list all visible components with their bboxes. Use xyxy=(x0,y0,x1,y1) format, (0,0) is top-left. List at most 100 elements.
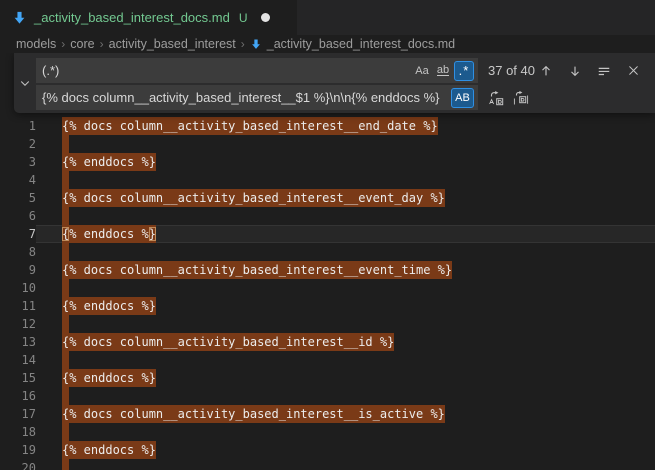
git-status-badge: U xyxy=(239,11,248,25)
editor-line[interactable]: 15 {% enddocs %} xyxy=(0,369,655,387)
find-in-selection-button[interactable] xyxy=(594,61,614,81)
line-number: 19 xyxy=(0,441,36,459)
line-number: 2 xyxy=(0,135,36,153)
breadcrumb-separator: › xyxy=(61,37,65,51)
match-count: 37 of 40 xyxy=(488,63,535,78)
preserve-case-toggle[interactable]: AB xyxy=(451,88,474,108)
find-match-highlight: {% docs column__activity_based_interest_… xyxy=(62,405,445,423)
arrow-down-icon xyxy=(568,64,582,78)
close-icon xyxy=(627,64,640,77)
find-match-highlight: {% docs column__activity_based_interest_… xyxy=(62,333,394,351)
find-match-highlight: {% docs column__activity_based_interest_… xyxy=(62,189,445,207)
editor-line[interactable]: 7{% enddocs %} xyxy=(0,225,655,243)
replace-input-box: AB xyxy=(36,85,478,110)
chevron-down-icon xyxy=(19,77,31,89)
line-content: {% docs column__activity_based_interest_… xyxy=(36,189,655,207)
replace-button[interactable] xyxy=(486,88,506,108)
replace-row: AB xyxy=(36,85,645,110)
line-content xyxy=(36,351,655,369)
line-content: {% enddocs %} xyxy=(36,441,655,459)
unsaved-changes-dot[interactable] xyxy=(261,13,270,22)
line-content: {% enddocs %} xyxy=(36,153,655,171)
editor-line[interactable]: 12 xyxy=(0,315,655,333)
breadcrumb-item-core[interactable]: core xyxy=(70,37,94,51)
line-number: 17 xyxy=(0,405,36,423)
replace-icon xyxy=(488,90,504,106)
breadcrumb-separator: › xyxy=(241,37,245,51)
breadcrumb-item-models[interactable]: models xyxy=(16,37,56,51)
find-input[interactable] xyxy=(36,63,411,78)
line-number: 20 xyxy=(0,459,36,470)
find-match-highlight: {% enddocs %} xyxy=(62,369,156,387)
find-match-highlight: {% enddocs %} xyxy=(62,441,156,459)
match-case-toggle[interactable]: Aa xyxy=(412,61,432,81)
close-find-widget-button[interactable] xyxy=(623,61,643,81)
empty-line-find-match xyxy=(62,423,69,441)
find-match-highlight: {% docs column__activity_based_interest_… xyxy=(62,117,438,135)
empty-line-find-match xyxy=(62,135,69,153)
selection-lines-icon xyxy=(597,64,611,78)
find-match-highlight: {% enddocs %} xyxy=(62,297,156,315)
line-content: {% docs column__activity_based_interest_… xyxy=(36,261,655,279)
editor-line[interactable]: 19 {% enddocs %} xyxy=(0,441,655,459)
editor-line[interactable]: 6 xyxy=(0,207,655,225)
empty-line-find-match xyxy=(62,351,69,369)
editor-line[interactable]: 11 {% enddocs %} xyxy=(0,297,655,315)
empty-line-find-match xyxy=(62,171,69,189)
editor[interactable]: Aa ab .* 37 of 40 xyxy=(0,53,655,470)
line-number: 12 xyxy=(0,315,36,333)
toggle-replace-button[interactable] xyxy=(14,53,36,113)
regex-toggle[interactable]: .* xyxy=(454,61,474,81)
whole-word-toggle[interactable]: ab xyxy=(433,61,453,81)
editor-line[interactable]: 17 {% docs column__activity_based_interes… xyxy=(0,405,655,423)
breadcrumb: models › core › activity_based_interest … xyxy=(0,35,655,53)
line-content xyxy=(36,387,655,405)
empty-line-find-match xyxy=(62,387,69,405)
line-number: 1 xyxy=(0,117,36,135)
line-content: {% enddocs %} xyxy=(36,369,655,387)
tab-activity-based-interest-docs[interactable]: _activity_based_interest_docs.md U xyxy=(0,0,297,35)
line-number: 14 xyxy=(0,351,36,369)
editor-line[interactable]: 10 xyxy=(0,279,655,297)
line-content xyxy=(36,315,655,333)
line-number: 7 xyxy=(0,225,36,243)
editor-line[interactable]: 14 xyxy=(0,351,655,369)
find-input-box: Aa ab .* xyxy=(36,58,478,83)
line-content: {% enddocs %} xyxy=(36,225,655,243)
editor-line[interactable]: 18 xyxy=(0,423,655,441)
editor-line[interactable]: 8 xyxy=(0,243,655,261)
editor-line[interactable]: 16 xyxy=(0,387,655,405)
editor-line[interactable]: 4 xyxy=(0,171,655,189)
replace-all-icon xyxy=(513,90,529,106)
markdown-file-icon xyxy=(250,38,262,50)
breadcrumb-item-activity-based-interest[interactable]: activity_based_interest xyxy=(109,37,236,51)
editor-line[interactable]: 5{% docs column__activity_based_interest… xyxy=(0,189,655,207)
editor-line[interactable]: 20 xyxy=(0,459,655,470)
editor-line[interactable]: 13{% docs column__activity_based_interes… xyxy=(0,333,655,351)
next-match-button[interactable] xyxy=(565,61,585,81)
find-row: Aa ab .* 37 of 40 xyxy=(36,58,645,83)
find-match-highlight: {% enddocs %} xyxy=(62,153,156,171)
breadcrumb-file-label: _activity_based_interest_docs.md xyxy=(267,37,455,51)
line-number: 15 xyxy=(0,369,36,387)
replace-input[interactable] xyxy=(36,90,450,105)
empty-line-find-match xyxy=(62,243,69,261)
editor-line[interactable]: 3 {% enddocs %} xyxy=(0,153,655,171)
arrow-up-icon xyxy=(539,64,553,78)
line-number: 3 xyxy=(0,153,36,171)
line-number: 4 xyxy=(0,171,36,189)
empty-line-find-match xyxy=(62,207,69,225)
matching-bracket: { xyxy=(62,227,69,241)
line-number: 11 xyxy=(0,297,36,315)
line-content xyxy=(36,171,655,189)
line-content xyxy=(36,279,655,297)
editor-line[interactable]: 2 xyxy=(0,135,655,153)
line-content xyxy=(36,135,655,153)
breadcrumb-item-file[interactable]: _activity_based_interest_docs.md xyxy=(250,37,455,51)
editor-line[interactable]: 1 {% docs column__activity_based_interest… xyxy=(0,117,655,135)
editor-line[interactable]: 9{% docs column__activity_based_interest… xyxy=(0,261,655,279)
line-content: {% enddocs %} xyxy=(36,297,655,315)
replace-all-button[interactable] xyxy=(511,88,531,108)
previous-match-button[interactable] xyxy=(536,61,556,81)
matching-bracket: } xyxy=(149,227,156,241)
